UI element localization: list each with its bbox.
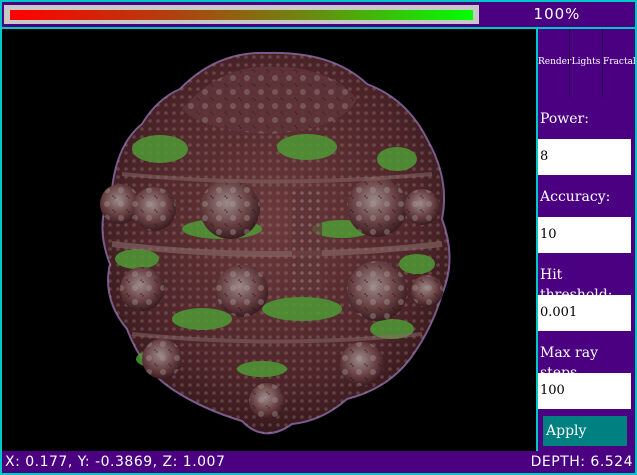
- tab-render[interactable]: Render: [538, 29, 571, 97]
- apply-button[interactable]: Apply: [543, 416, 627, 446]
- progress-bar-area: 100%: [2, 2, 635, 27]
- accuracy-label: Accuracy:: [540, 189, 611, 205]
- mandelbulb-render: [100, 51, 451, 435]
- max-ray-steps-input[interactable]: [538, 373, 631, 409]
- settings-tabs: Render Lights Fractal: [538, 29, 636, 97]
- progress-fill: [10, 10, 473, 20]
- max-ray-steps-label: Max ray steps: [540, 345, 598, 381]
- status-bar: X: 0.177, Y: -0.3869, Z: 1.007 DEPTH: 6.…: [2, 451, 635, 473]
- power-input[interactable]: [538, 139, 631, 175]
- accuracy-input[interactable]: [538, 217, 631, 253]
- hit-threshold-label: Hit threshold:: [540, 267, 612, 303]
- depth-readout: DEPTH: 6.524: [530, 454, 633, 470]
- settings-sidebar: Render Lights Fractal Power: Accuracy: H…: [538, 29, 636, 451]
- hit-threshold-input[interactable]: [538, 295, 631, 331]
- render-viewport[interactable]: [2, 29, 536, 451]
- coordinates-readout: X: 0.177, Y: -0.3869, Z: 1.007: [5, 454, 226, 470]
- tab-fractal[interactable]: Fractal: [602, 29, 636, 97]
- progress-track: [4, 5, 479, 24]
- progress-percent: 100%: [533, 5, 581, 23]
- tab-lights[interactable]: Lights: [569, 29, 602, 97]
- power-label: Power:: [540, 111, 589, 127]
